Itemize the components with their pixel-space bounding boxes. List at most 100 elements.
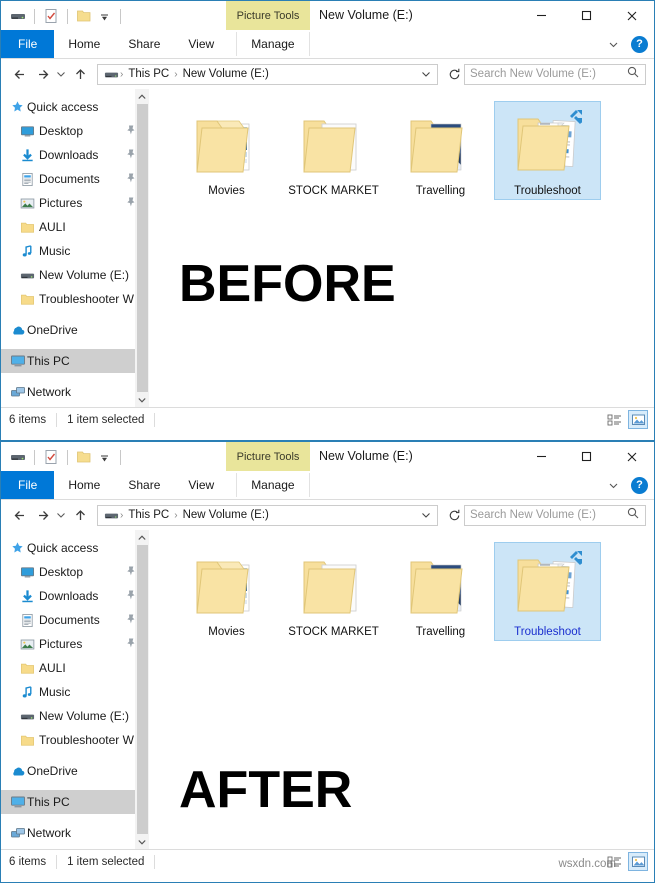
sidebar-item-network[interactable]: Network: [1, 821, 149, 845]
back-button[interactable]: [9, 503, 31, 527]
large-icons-view-icon[interactable]: [628, 852, 648, 871]
sidebar-item-auli[interactable]: AULI: [1, 656, 149, 680]
drive-icon[interactable]: [8, 447, 28, 467]
chevron-down-icon[interactable]: [418, 505, 434, 525]
customize-dropdown-icon[interactable]: [94, 447, 114, 467]
chevron-up-icon[interactable]: [135, 530, 149, 545]
back-button[interactable]: [9, 62, 31, 86]
sidebar-item-desktop[interactable]: Desktop: [1, 119, 149, 143]
sidebar-item-network[interactable]: Network: [1, 380, 149, 404]
details-view-icon[interactable]: [604, 852, 624, 871]
tab-view[interactable]: View: [174, 471, 228, 499]
file-item-movies[interactable]: Movies: [173, 542, 280, 641]
file-item-travelling[interactable]: Travelling: [387, 542, 494, 641]
file-item-troubleshoot[interactable]: Troubleshoot: [494, 101, 601, 200]
sidebar-item-troubleshooter[interactable]: Troubleshooter W: [1, 287, 149, 311]
tab-view[interactable]: View: [174, 30, 228, 58]
close-button[interactable]: [609, 442, 654, 471]
sidebar-item-troubleshooter[interactable]: Troubleshooter W: [1, 728, 149, 752]
search-box[interactable]: Search New Volume (E:): [464, 504, 646, 526]
sidebar-item-documents[interactable]: Documents: [1, 608, 149, 632]
maximize-button[interactable]: [564, 1, 609, 30]
minimize-button[interactable]: [519, 442, 564, 471]
breadcrumb-this-pc[interactable]: This PC: [124, 68, 173, 80]
search-input[interactable]: Search New Volume (E:): [470, 509, 626, 521]
large-icons-view-icon[interactable]: [628, 410, 648, 429]
tab-file[interactable]: File: [1, 30, 55, 58]
contextual-tab-picture-tools[interactable]: Picture Tools: [226, 1, 310, 30]
search-input[interactable]: Search New Volume (E:): [470, 68, 626, 80]
properties-icon[interactable]: [41, 6, 61, 26]
sidebar-item-new-volume[interactable]: New Volume (E:): [1, 704, 149, 728]
tab-share[interactable]: Share: [114, 30, 174, 58]
sidebar-item-downloads[interactable]: Downloads: [1, 584, 149, 608]
up-button[interactable]: [69, 503, 91, 527]
refresh-button[interactable]: [444, 505, 464, 525]
sidebar-item-new-volume[interactable]: New Volume (E:): [1, 263, 149, 287]
breadcrumb-this-pc[interactable]: This PC: [124, 509, 173, 521]
help-icon[interactable]: ?: [631, 476, 648, 494]
file-list-pane[interactable]: Movies 2 STOCK MARKET: [149, 530, 654, 849]
sidebar-item-quick-access[interactable]: Quick access: [1, 95, 149, 119]
contextual-tab-picture-tools[interactable]: Picture Tools: [226, 442, 310, 471]
sidebar-item-auli[interactable]: AULI: [1, 215, 149, 239]
chevron-down-icon[interactable]: [135, 834, 149, 849]
address-input[interactable]: › This PC › New Volume (E:): [97, 63, 438, 85]
sidebar-item-downloads[interactable]: Downloads: [1, 143, 149, 167]
search-icon[interactable]: [626, 65, 640, 84]
recent-locations-button[interactable]: [53, 62, 69, 86]
tab-manage[interactable]: Manage: [236, 471, 310, 499]
sidebar-item-pictures[interactable]: Pictures: [1, 191, 149, 215]
chevron-down-icon[interactable]: [418, 64, 434, 84]
sidebar-item-this-pc[interactable]: This PC: [1, 790, 149, 814]
search-icon[interactable]: [626, 506, 640, 525]
scrollbar-thumb[interactable]: [136, 545, 148, 834]
refresh-button[interactable]: [444, 64, 464, 84]
address-input[interactable]: › This PC › New Volume (E:): [97, 504, 438, 526]
close-button[interactable]: [609, 1, 654, 30]
sidebar-scrollbar[interactable]: [135, 530, 149, 849]
tab-file[interactable]: File: [1, 471, 55, 499]
customize-dropdown-icon[interactable]: [94, 6, 114, 26]
forward-button[interactable]: [31, 62, 53, 86]
forward-button[interactable]: [31, 503, 53, 527]
help-icon[interactable]: ?: [631, 35, 648, 53]
sidebar-item-onedrive[interactable]: OneDrive: [1, 759, 149, 783]
sidebar-item-this-pc[interactable]: This PC: [1, 349, 149, 373]
breadcrumb-new-volume[interactable]: New Volume (E:): [179, 68, 273, 80]
file-item-travelling[interactable]: Travelling: [387, 101, 494, 200]
up-button[interactable]: [69, 62, 91, 86]
scrollbar-thumb[interactable]: [136, 104, 148, 392]
sidebar-item-music[interactable]: Music: [1, 680, 149, 704]
sidebar-item-quick-access[interactable]: Quick access: [1, 536, 149, 560]
details-view-icon[interactable]: [604, 410, 624, 429]
tab-home[interactable]: Home: [54, 471, 114, 499]
maximize-button[interactable]: [564, 442, 609, 471]
recent-locations-button[interactable]: [53, 503, 69, 527]
file-item-movies[interactable]: Movies: [173, 101, 280, 200]
chevron-down-icon[interactable]: [605, 36, 621, 52]
new-folder-icon[interactable]: [74, 447, 94, 467]
chevron-down-icon[interactable]: [135, 392, 149, 407]
tab-manage[interactable]: Manage: [236, 30, 310, 58]
file-item-stock-market[interactable]: 2 STOCK MARKET: [280, 542, 387, 641]
chevron-down-icon[interactable]: [605, 477, 621, 493]
sidebar-scrollbar[interactable]: [135, 89, 149, 407]
search-box[interactable]: Search New Volume (E:): [464, 63, 646, 85]
sidebar-item-documents[interactable]: Documents: [1, 167, 149, 191]
sidebar-item-onedrive[interactable]: OneDrive: [1, 318, 149, 342]
file-item-troubleshoot[interactable]: Troubleshoot: [494, 542, 601, 641]
drive-icon[interactable]: [8, 6, 28, 26]
new-folder-icon[interactable]: [74, 6, 94, 26]
tab-share[interactable]: Share: [114, 471, 174, 499]
tab-home[interactable]: Home: [54, 30, 114, 58]
sidebar-item-pictures[interactable]: Pictures: [1, 632, 149, 656]
sidebar-item-music[interactable]: Music: [1, 239, 149, 263]
minimize-button[interactable]: [519, 1, 564, 30]
properties-icon[interactable]: [41, 447, 61, 467]
sidebar-item-desktop[interactable]: Desktop: [1, 560, 149, 584]
breadcrumb-new-volume[interactable]: New Volume (E:): [179, 509, 273, 521]
file-list-pane[interactable]: Movies 2 STOCK MARKET: [149, 89, 654, 407]
file-item-stock-market[interactable]: 2 STOCK MARKET: [280, 101, 387, 200]
chevron-up-icon[interactable]: [135, 89, 149, 104]
